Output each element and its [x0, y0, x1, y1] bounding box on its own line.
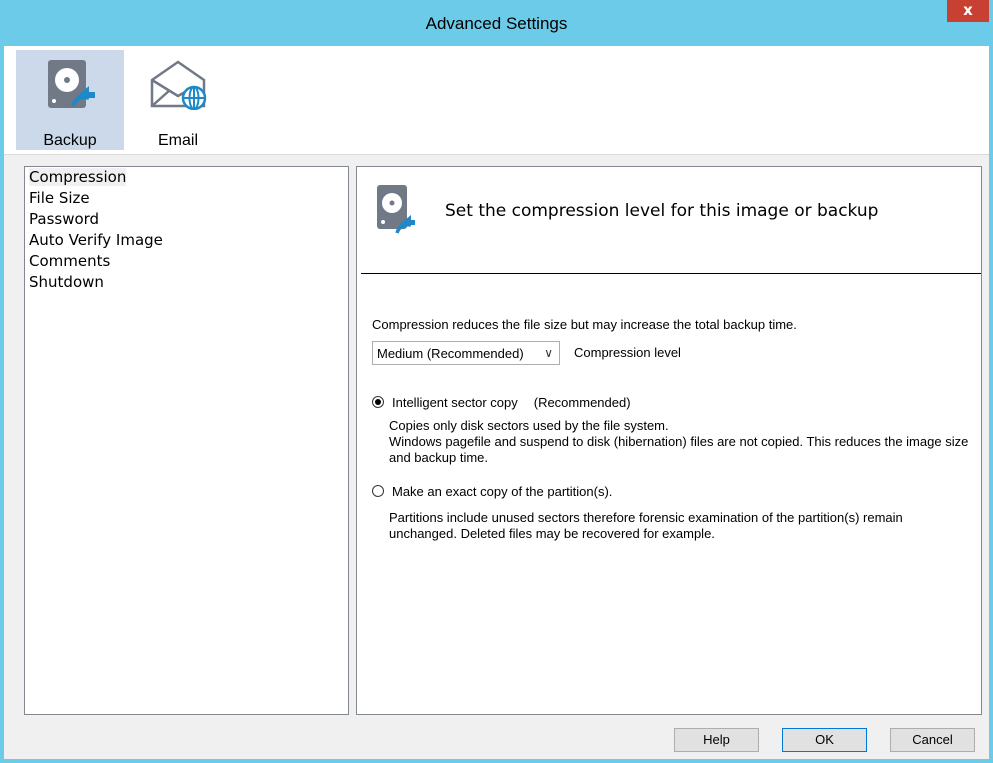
toolbar-backup-button[interactable]: Backup — [16, 50, 124, 150]
recommended-tag: (Recommended) — [533, 395, 631, 410]
intelligent-sector-copy-desc-1: Copies only disk sectors used by the fil… — [389, 418, 669, 433]
intelligent-sector-copy-desc-2: Windows pagefile and suspend to disk (hi… — [389, 434, 969, 465]
settings-nav-list: Compression File Size Password Auto Veri… — [24, 166, 349, 715]
compression-settings-panel: Set the compression level for this image… — [356, 166, 982, 715]
nav-item-label: Auto Verify Image — [29, 231, 163, 249]
intelligent-sector-copy-text: Intelligent sector copy — [392, 395, 518, 410]
email-globe-icon — [150, 60, 207, 110]
window-title: Advanced Settings — [425, 14, 568, 33]
ok-button[interactable]: OK — [782, 728, 867, 752]
nav-item-password[interactable]: Password — [25, 209, 348, 230]
header-divider — [361, 273, 981, 274]
toolbar-backup-label: Backup — [43, 132, 97, 149]
help-button[interactable]: Help — [674, 728, 759, 752]
nav-item-label: Comments — [29, 252, 111, 270]
advanced-settings-window: Advanced Settings x Backup Email Compres… — [0, 0, 993, 763]
backup-disk-icon — [377, 185, 415, 234]
chevron-down-icon: ∨ — [544, 346, 553, 360]
intelligent-sector-copy-label[interactable]: Intelligent sector copy (Recommended) — [392, 395, 631, 410]
nav-item-auto-verify-image[interactable]: Auto Verify Image — [25, 230, 348, 251]
nav-item-shutdown[interactable]: Shutdown — [25, 272, 348, 293]
nav-item-label: Shutdown — [29, 273, 104, 291]
exact-copy-label[interactable]: Make an exact copy of the partition(s). — [392, 484, 612, 499]
toolbar-email-label: Email — [157, 132, 198, 149]
toolbar-email-button[interactable]: Email — [124, 50, 232, 150]
compression-level-label: Compression level — [574, 345, 681, 360]
nav-item-label: File Size — [29, 189, 90, 207]
nav-item-label: Compression — [29, 168, 127, 186]
radio-selected-dot — [375, 399, 381, 405]
title-bar[interactable]: Advanced Settings x — [0, 0, 993, 46]
exact-copy-desc: Partitions include unused sectors theref… — [389, 510, 903, 541]
close-button[interactable]: x — [947, 0, 989, 22]
intelligent-sector-copy-radio[interactable] — [372, 396, 384, 408]
backup-disk-icon — [48, 60, 95, 108]
exact-copy-radio[interactable] — [372, 485, 384, 497]
compression-description: Compression reduces the file size but ma… — [372, 317, 797, 332]
nav-item-comments[interactable]: Comments — [25, 251, 348, 272]
compression-level-select[interactable]: Medium (Recommended) ∨ — [372, 341, 560, 365]
nav-item-file-size[interactable]: File Size — [25, 188, 348, 209]
compression-level-value: Medium (Recommended) — [377, 346, 524, 361]
panel-header-text: Set the compression level for this image… — [445, 201, 879, 221]
cancel-button[interactable]: Cancel — [890, 728, 975, 752]
nav-item-label: Password — [29, 210, 100, 228]
nav-item-compression[interactable]: Compression — [25, 167, 348, 188]
category-toolbar: Backup Email — [4, 46, 989, 155]
